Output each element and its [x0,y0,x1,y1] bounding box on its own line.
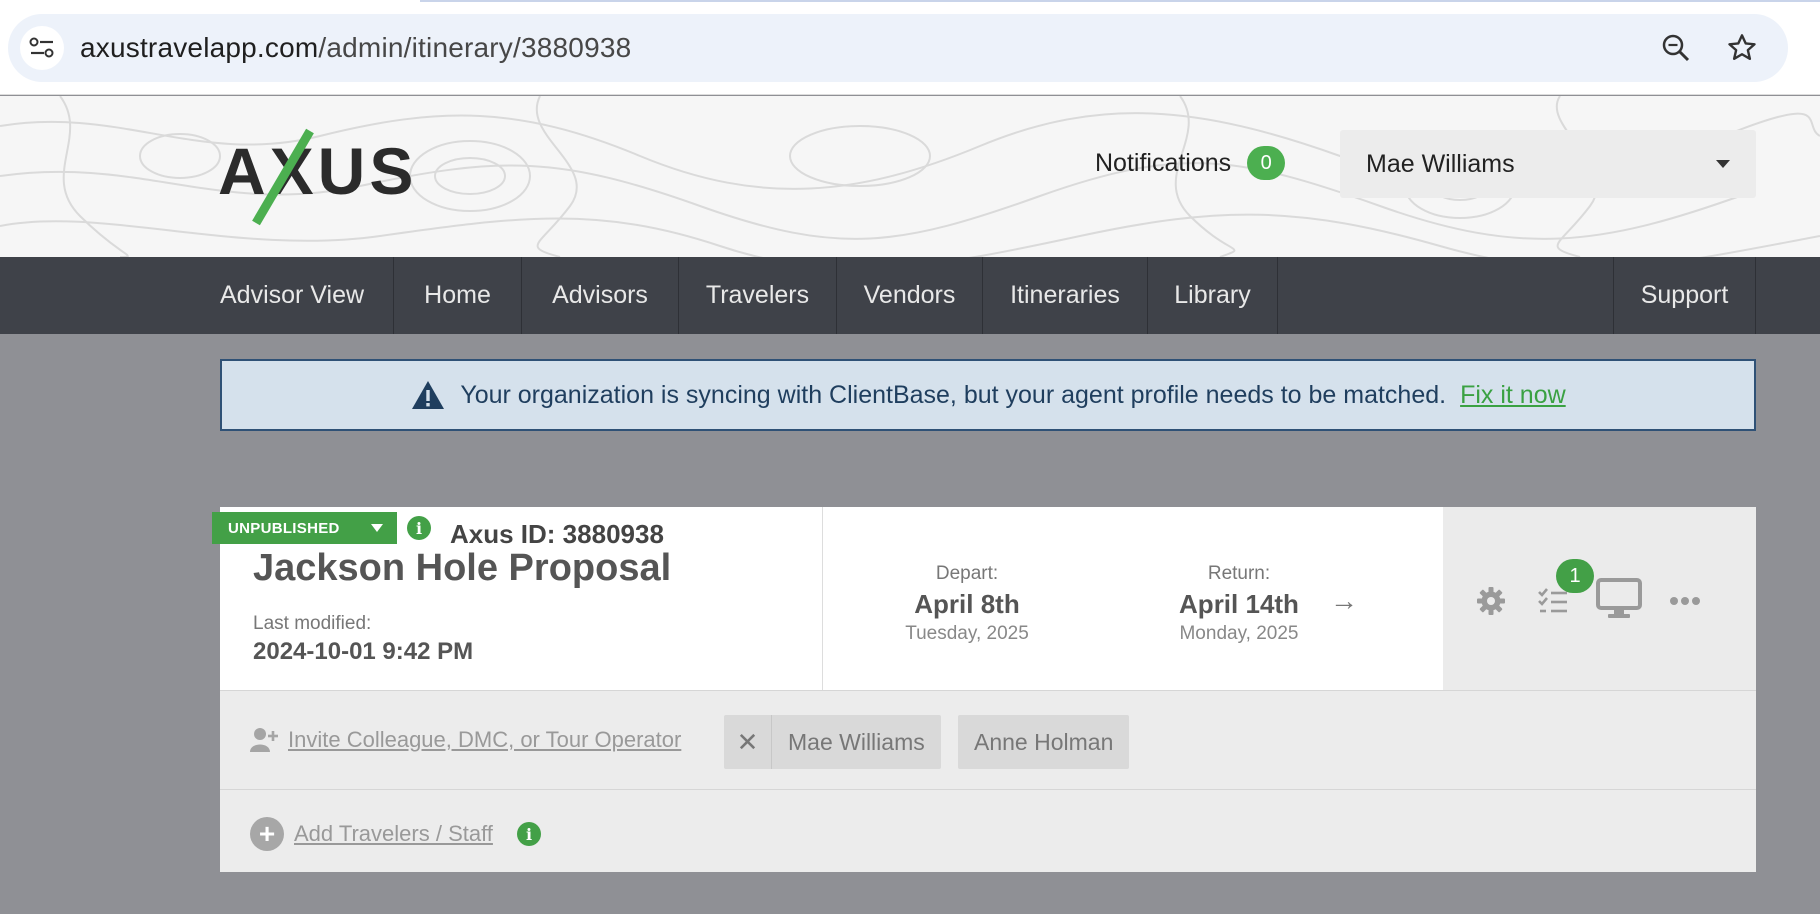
itinerary-summary: UNPUBLISHED i Axus ID: 3880938 Jackson H… [212,507,1756,690]
nav-itineraries[interactable]: Itineraries [983,257,1148,334]
tab-strip-edge [420,0,1820,2]
chevron-down-icon [1716,160,1730,168]
plus-circle-icon: + [250,817,284,851]
user-menu-dropdown[interactable]: Mae Williams [1340,130,1756,198]
nav-travelers[interactable]: Travelers [679,257,837,334]
monitor-preview-icon[interactable] [1595,577,1643,621]
remove-collaborator-icon[interactable]: ✕ [724,715,772,769]
return-date: Return: April 14th Monday, 2025 [1139,563,1339,645]
return-weekday: Monday, 2025 [1179,623,1299,644]
itinerary-info: UNPUBLISHED i Axus ID: 3880938 Jackson H… [212,507,823,690]
add-user-icon [250,728,278,752]
last-modified-value: 2024-10-01 9:42 PM [253,638,474,665]
site-settings-icon[interactable] [20,26,64,70]
axus-logo[interactable]: AXUS [218,126,428,226]
fix-it-now-link[interactable]: Fix it now [1460,381,1566,410]
notifications-count-badge[interactable]: 0 [1247,146,1286,180]
nav-advisors[interactable]: Advisors [522,257,679,334]
zoom-icon[interactable] [1658,30,1694,66]
alert-message: Your organization is syncing with Client… [460,380,1447,409]
axus-id: Axus ID: 3880938 [450,519,664,549]
itinerary-tools: 1 [1443,507,1756,690]
itinerary-dates[interactable]: Depart: April 8th Tuesday, 2025 → Return… [823,507,1443,690]
info-icon[interactable]: i [407,516,431,540]
add-travelers-link[interactable]: + Add Travelers / Staff [250,817,493,851]
nav-advisor-view[interactable]: Advisor View [220,257,394,334]
browser-toolbar: axustravelapp.com/admin/itinerary/388093… [0,0,1820,95]
depart-date-value: April 8th [914,589,1020,619]
nav-home[interactable]: Home [394,257,522,334]
nav-support[interactable]: Support [1613,257,1756,334]
bookmark-star-icon[interactable] [1724,30,1760,66]
url-host: axustravelapp.com [80,32,319,63]
collaborator-chip: ✕ Mae Williams [724,715,941,769]
url-text[interactable]: axustravelapp.com/admin/itinerary/388093… [80,32,631,64]
main-nav: Advisor View Home Advisors Travelers Ven… [0,257,1820,334]
depart-weekday: Tuesday, 2025 [905,623,1029,644]
collaborators-row: Invite Colleague, DMC, or Tour Operator … [220,690,1756,790]
collaborator-name: Anne Holman [974,728,1114,755]
travelers-row: + Add Travelers / Staff i [220,790,1756,872]
depart-label: Depart: [935,563,999,584]
warning-icon [412,381,445,409]
user-name: Mae Williams [1366,150,1515,178]
address-bar[interactable]: axustravelapp.com/admin/itinerary/388093… [8,14,1788,82]
collaborator-name: Mae Williams [788,728,925,755]
url-path: /admin/itinerary/3880938 [318,32,632,63]
info-icon[interactable]: i [517,822,541,846]
task-count-badge[interactable]: 1 [1556,559,1594,593]
svg-text:AXUS: AXUS [218,134,417,208]
notifications[interactable]: Notifications 0 [1095,146,1286,180]
site-header: AXUS Notifications 0 Mae Williams [0,96,1820,257]
gear-icon[interactable] [1473,583,1509,619]
last-modified-label: Last modified: [253,613,372,634]
itinerary-card: UNPUBLISHED i Axus ID: 3880938 Jackson H… [212,507,1756,872]
nav-library[interactable]: Library [1148,257,1278,334]
more-options-icon[interactable] [1667,583,1703,619]
sync-alert-banner: Your organization is syncing with Client… [220,359,1756,431]
collaborator-chip: Anne Holman [958,715,1130,769]
invite-colleague-link[interactable]: Invite Colleague, DMC, or Tour Operator [250,727,681,753]
nav-vendors[interactable]: Vendors [837,257,983,334]
depart-date: Depart: April 8th Tuesday, 2025 [867,563,1067,645]
publish-status-dropdown[interactable]: UNPUBLISHED [212,512,397,544]
notifications-label[interactable]: Notifications [1095,149,1231,178]
publish-status-label: UNPUBLISHED [228,519,340,537]
invite-colleague-label[interactable]: Invite Colleague, DMC, or Tour Operator [288,727,681,753]
return-date-value: April 14th [1179,589,1299,619]
chevron-down-icon [371,524,383,532]
add-travelers-label[interactable]: Add Travelers / Staff [294,821,493,847]
itinerary-title[interactable]: Jackson Hole Proposal [253,547,671,590]
return-label: Return: [1207,563,1271,584]
